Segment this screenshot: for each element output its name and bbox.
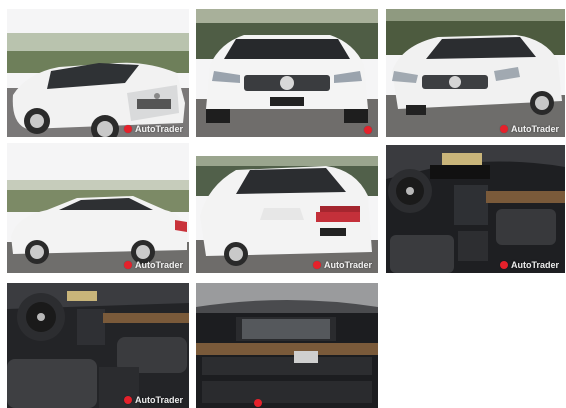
autotrader-watermark: AutoTrader bbox=[123, 260, 183, 270]
autotrader-logo-icon bbox=[123, 396, 132, 404]
car-photo-front bbox=[196, 9, 378, 137]
gallery-photo-5[interactable]: AutoTrader bbox=[196, 156, 378, 273]
autotrader-logo-icon bbox=[499, 261, 508, 269]
car-photo-dashboard: AutoTrader bbox=[386, 145, 565, 273]
autotrader-watermark: AutoTrader bbox=[123, 124, 183, 134]
gallery-photo-8[interactable] bbox=[196, 283, 378, 408]
autotrader-logo-icon bbox=[499, 125, 508, 133]
autotrader-watermark bbox=[364, 126, 372, 134]
autotrader-logo-icon bbox=[123, 125, 132, 133]
autotrader-watermark: AutoTrader bbox=[312, 260, 372, 270]
watermark-text: AutoTrader bbox=[323, 260, 372, 270]
watermark-text: AutoTrader bbox=[510, 260, 559, 270]
gallery-photo-4[interactable]: AutoTrader bbox=[7, 143, 189, 273]
car-photo-rear: AutoTrader bbox=[196, 156, 378, 273]
autotrader-logo-icon bbox=[123, 261, 132, 269]
gallery-photo-1[interactable]: AutoTrader bbox=[7, 9, 189, 137]
photo-gallery: AutoTrader AutoTrader AutoTrader AutoTra… bbox=[0, 0, 566, 408]
gallery-photo-7[interactable]: AutoTrader bbox=[7, 283, 189, 408]
watermark-text: AutoTrader bbox=[134, 395, 183, 405]
car-photo-front-left: AutoTrader bbox=[7, 33, 189, 137]
autotrader-watermark: AutoTrader bbox=[499, 124, 559, 134]
car-photo-interior: AutoTrader bbox=[7, 283, 189, 408]
gallery-photo-6[interactable]: AutoTrader bbox=[386, 145, 565, 273]
watermark-text: AutoTrader bbox=[134, 260, 183, 270]
autotrader-watermark: AutoTrader bbox=[123, 395, 183, 405]
autotrader-logo-icon bbox=[312, 261, 321, 269]
gallery-photo-2[interactable] bbox=[196, 9, 378, 137]
watermark-text: AutoTrader bbox=[134, 124, 183, 134]
autotrader-logo-icon bbox=[364, 126, 372, 134]
gallery-photo-3[interactable]: AutoTrader bbox=[386, 9, 565, 137]
autotrader-watermark: AutoTrader bbox=[499, 260, 559, 270]
car-photo-front-right: AutoTrader bbox=[386, 9, 565, 137]
watermark-text: AutoTrader bbox=[510, 124, 559, 134]
car-photo-console bbox=[196, 283, 378, 408]
car-photo-side: AutoTrader bbox=[7, 180, 189, 273]
